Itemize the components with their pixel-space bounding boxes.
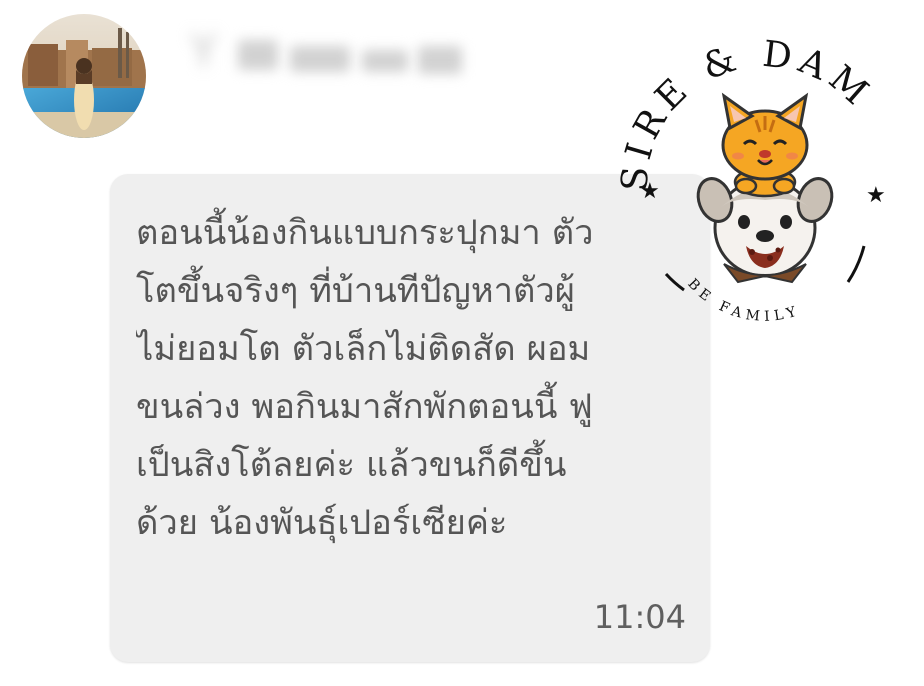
star-icon: ★ bbox=[866, 183, 886, 208]
redaction-block bbox=[238, 40, 278, 70]
sender-name-text: Y bbox=[190, 26, 219, 77]
message-line: ตอนนี้น้องกินแบบกระปุกมา ตัว bbox=[136, 213, 594, 253]
message-timestamp: 11:04 bbox=[593, 598, 686, 636]
brand-watermark-logo: ★ ★ SIRE & DAM BE FAMILY bbox=[614, 34, 910, 340]
message-line: ไม่ยอมโต ตัวเล็กไม่ติดสัด ผอม bbox=[136, 329, 591, 369]
message-line: ขนล่วง พอกินมาสักพักตอนนี้ ฟู bbox=[136, 387, 593, 427]
cat-illustration bbox=[721, 92, 809, 198]
message-line: เป็นสิงโต้ลยค่ะ แล้วขนก็ดีขึ้น bbox=[136, 445, 567, 485]
redaction-block bbox=[362, 50, 408, 72]
message-line: ด้วย น้องพันธุ์เปอร์เซียค่ะ bbox=[136, 503, 508, 543]
sender-avatar[interactable] bbox=[22, 14, 146, 138]
redaction-block bbox=[418, 46, 462, 74]
brand-tagline-text: BE FAMILY bbox=[684, 276, 803, 325]
message-line: โตขึ้นจริงๆ ที่บ้านทีปัญหาตัวผู้ bbox=[136, 271, 575, 311]
redaction-block bbox=[290, 46, 350, 72]
cat-on-dog-logo-icon: ★ ★ SIRE & DAM BE FAMILY bbox=[614, 34, 886, 325]
message-text: ตอนนี้น้องกินแบบกระปุกมา ตัว โตขึ้นจริงๆ… bbox=[136, 204, 696, 564]
sender-name: Y bbox=[186, 24, 486, 86]
avatar-photo-icon bbox=[22, 14, 146, 138]
